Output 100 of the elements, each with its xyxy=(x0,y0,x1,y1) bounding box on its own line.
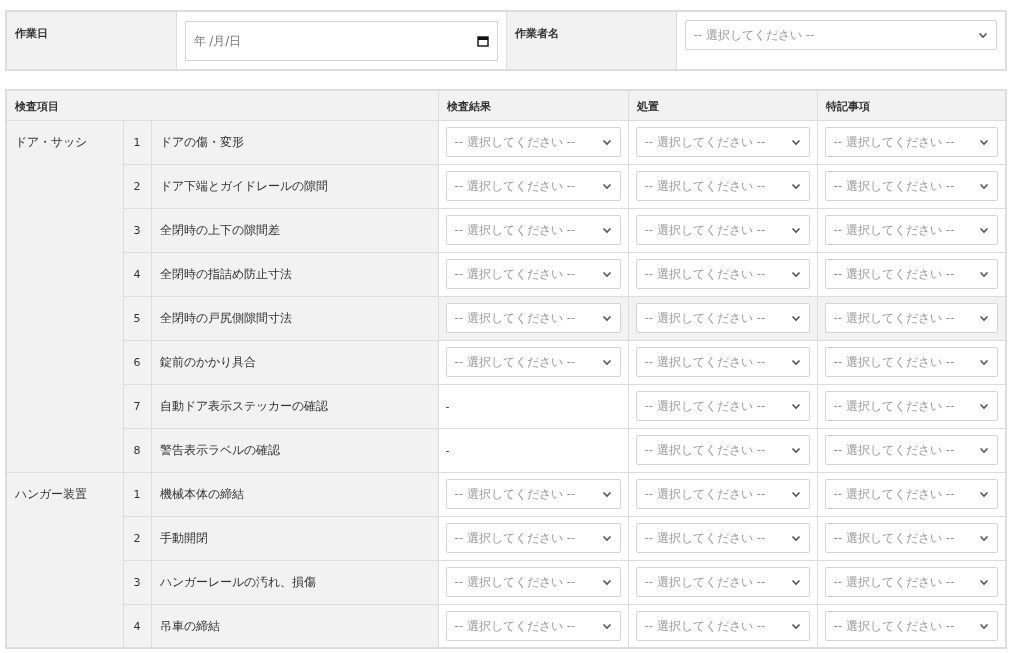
select-dropdown[interactable]: -- 選択してください -- xyxy=(824,435,998,465)
item-number: 2 xyxy=(133,179,141,193)
select-dropdown[interactable]: -- 選択してください -- xyxy=(635,479,810,509)
chevron-down-icon xyxy=(979,577,989,587)
chevron-down-icon xyxy=(790,313,801,323)
item-label: 錠前のかかり具合 xyxy=(159,354,256,369)
item-number: 3 xyxy=(133,575,141,589)
item-number: 4 xyxy=(133,619,141,633)
calendar-icon xyxy=(476,35,489,47)
select-dropdown[interactable]: -- 選択してください -- xyxy=(635,259,810,289)
empty-value: - xyxy=(445,399,450,413)
item-label: ドア下端とガイドレールの隙間 xyxy=(159,178,328,193)
item-number: 3 xyxy=(133,223,141,237)
item-number: 2 xyxy=(133,531,141,545)
select-dropdown[interactable]: -- 選択してください -- xyxy=(445,215,621,245)
select-dropdown[interactable]: -- 選択してください -- xyxy=(824,127,998,157)
select-dropdown[interactable]: -- 選択してください -- xyxy=(635,127,810,157)
select-dropdown[interactable]: -- 選択してください -- xyxy=(824,391,998,421)
item-label: 全閉時の上下の隙間差 xyxy=(159,222,280,237)
chevron-down-icon xyxy=(979,181,989,191)
item-label: ハンガーレールの汚れ、損傷 xyxy=(159,574,316,589)
item-label: 手動開閉 xyxy=(159,530,208,545)
chevron-down-icon xyxy=(790,577,801,587)
chevron-down-icon xyxy=(601,225,612,235)
chevron-down-icon xyxy=(790,357,801,367)
group-label: ハンガー装置 xyxy=(15,486,87,501)
select-dropdown[interactable]: -- 選択してください -- xyxy=(635,567,810,597)
chevron-down-icon xyxy=(601,489,612,499)
select-dropdown[interactable]: -- 選択してください -- xyxy=(824,171,998,201)
chevron-down-icon xyxy=(601,137,612,147)
chevron-down-icon xyxy=(979,313,989,323)
select-dropdown[interactable]: -- 選択してください -- xyxy=(635,391,810,421)
item-number: 4 xyxy=(133,267,141,281)
item-number: 6 xyxy=(133,355,141,369)
select-dropdown[interactable]: -- 選択してください -- xyxy=(635,523,810,553)
select-dropdown[interactable]: -- 選択してください -- xyxy=(445,610,621,641)
select-dropdown[interactable]: -- 選択してください -- xyxy=(445,127,621,157)
chevron-down-icon xyxy=(601,269,612,279)
item-number: 1 xyxy=(133,135,141,149)
chevron-down-icon xyxy=(790,225,801,235)
chevron-down-icon xyxy=(790,181,801,191)
chevron-down-icon xyxy=(979,357,989,367)
select-dropdown[interactable]: -- 選択してください -- xyxy=(684,20,997,50)
chevron-down-icon xyxy=(790,445,801,455)
chevron-down-icon xyxy=(601,357,612,367)
select-dropdown[interactable]: -- 選択してください -- xyxy=(635,435,810,465)
select-dropdown[interactable]: -- 選択してください -- xyxy=(824,523,998,553)
chevron-down-icon xyxy=(979,489,989,499)
select-dropdown[interactable]: -- 選択してください -- xyxy=(445,567,621,597)
select-dropdown[interactable]: -- 選択してください -- xyxy=(824,567,998,597)
chevron-down-icon xyxy=(601,313,612,323)
field-label: 作業日 xyxy=(15,27,48,40)
column-header: 検査項目 xyxy=(15,100,59,114)
select-dropdown[interactable]: -- 選択してください -- xyxy=(824,259,998,289)
chevron-down-icon xyxy=(601,533,612,543)
column-header: 検査結果 xyxy=(446,100,491,114)
select-dropdown[interactable]: -- 選択してください -- xyxy=(445,171,621,201)
select-dropdown[interactable]: -- 選択してください -- xyxy=(445,347,621,377)
select-dropdown[interactable]: -- 選択してください -- xyxy=(635,303,810,333)
select-dropdown[interactable]: -- 選択してください -- xyxy=(635,347,810,377)
item-number: 5 xyxy=(133,311,141,325)
item-label: ドアの傷・変形 xyxy=(159,134,244,149)
chevron-down-icon xyxy=(790,489,801,499)
select-dropdown[interactable]: -- 選択してください -- xyxy=(824,303,998,333)
chevron-down-icon xyxy=(979,137,989,147)
item-label: 吊車の締結 xyxy=(159,618,220,633)
date-input[interactable]: 年 /月/日 xyxy=(184,21,498,61)
select-dropdown[interactable]: -- 選択してください -- xyxy=(824,479,998,509)
group-label: ドア・サッシ xyxy=(15,134,87,149)
chevron-down-icon xyxy=(790,137,801,147)
item-label: 機械本体の締結 xyxy=(159,486,244,501)
item-label: 自動ドア表示ステッカーの確認 xyxy=(159,398,328,413)
item-number: 7 xyxy=(133,399,141,413)
select-dropdown[interactable]: -- 選択してください -- xyxy=(635,171,810,201)
chevron-down-icon xyxy=(790,269,801,279)
select-dropdown[interactable]: -- 選択してください -- xyxy=(824,347,998,377)
item-number: 1 xyxy=(133,487,141,501)
chevron-down-icon xyxy=(790,401,801,411)
select-dropdown[interactable]: -- 選択してください -- xyxy=(445,523,621,553)
chevron-down-icon xyxy=(979,269,989,279)
select-dropdown[interactable]: -- 選択してください -- xyxy=(635,610,810,641)
chevron-down-icon xyxy=(601,181,612,191)
chevron-down-icon xyxy=(979,445,989,455)
chevron-down-icon xyxy=(978,30,988,40)
select-dropdown[interactable]: -- 選択してください -- xyxy=(445,303,621,333)
chevron-down-icon xyxy=(979,225,989,235)
item-label: 全閉時の戸尻側隙間寸法 xyxy=(159,310,292,325)
chevron-down-icon xyxy=(979,401,989,411)
chevron-down-icon xyxy=(790,533,801,543)
chevron-down-icon xyxy=(979,533,989,543)
select-dropdown[interactable]: -- 選択してください -- xyxy=(445,259,621,289)
select-dropdown[interactable]: -- 選択してください -- xyxy=(824,610,998,641)
chevron-down-icon xyxy=(601,577,612,587)
column-header: 処置 xyxy=(636,100,659,114)
select-dropdown[interactable]: -- 選択してください -- xyxy=(824,215,998,245)
select-dropdown[interactable]: -- 選択してください -- xyxy=(635,215,810,245)
item-number: 8 xyxy=(133,443,141,457)
item-label: 警告表示ラベルの確認 xyxy=(159,442,280,457)
select-dropdown[interactable]: -- 選択してください -- xyxy=(445,479,621,509)
item-label: 全閉時の指詰め防止寸法 xyxy=(159,266,292,281)
